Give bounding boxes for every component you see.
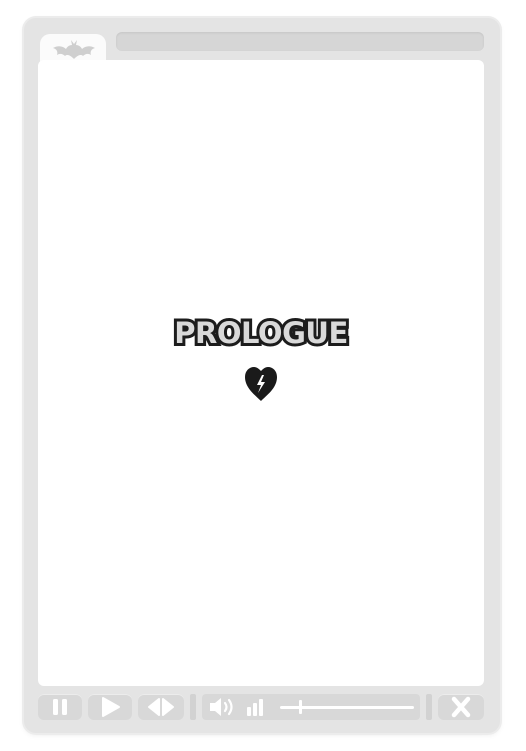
- play-button[interactable]: [88, 694, 132, 720]
- divider: [190, 694, 196, 720]
- divider: [426, 694, 432, 720]
- skip-button[interactable]: [138, 694, 184, 720]
- pause-button[interactable]: [38, 694, 82, 720]
- prev-next-icon: [148, 698, 174, 716]
- address-bar[interactable]: [116, 32, 484, 51]
- speaker-icon: [210, 698, 233, 716]
- volume-slider-thumb[interactable]: [299, 700, 302, 714]
- content-area: PROLOGUE: [38, 60, 484, 686]
- volume-control[interactable]: [202, 694, 420, 720]
- signal-bars-icon: [247, 699, 263, 716]
- play-icon: [102, 697, 120, 717]
- close-button[interactable]: [438, 694, 484, 720]
- broken-heart-icon: [245, 367, 277, 401]
- close-icon: [451, 696, 471, 718]
- bat-icon: [53, 40, 95, 59]
- pause-icon: [53, 699, 67, 715]
- title-container: PROLOGUE: [38, 313, 484, 353]
- control-bar: [38, 692, 484, 722]
- page-title: PROLOGUE: [171, 313, 351, 353]
